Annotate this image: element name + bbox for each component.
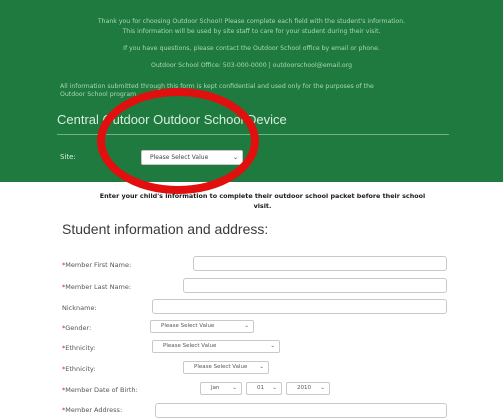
first-name-input[interactable] [193, 256, 447, 271]
nickname-input[interactable] [152, 299, 447, 314]
dob-label: *Member Date of Birth: [62, 386, 138, 394]
nickname-label-text: Nickname: [62, 304, 97, 312]
last-name-label-text: Member Last Name: [65, 283, 132, 291]
chevron-down-icon: ⌄ [270, 343, 275, 349]
banner-intro-line-6: Outdoor School program. [60, 91, 139, 98]
address-input[interactable] [155, 403, 447, 418]
instructions-text: Enter your child's information to comple… [99, 192, 426, 210]
first-name-label: *Member First Name: [62, 261, 131, 269]
last-name-input[interactable] [183, 278, 447, 293]
ethnicity-secondary-select-value: Please Select Value [194, 364, 248, 370]
chevron-down-icon: ⌄ [232, 385, 237, 391]
dob-day-value: 01 [257, 385, 264, 391]
chevron-down-icon: ⌄ [320, 385, 325, 391]
gender-select-value: Please Select Value [161, 323, 215, 329]
banner-intro-line-1: Thank you for choosing Outdoor School! P… [97, 18, 406, 25]
dob-month-select[interactable]: Jan ⌄ [200, 382, 242, 395]
chevron-down-icon: ⌄ [259, 364, 264, 370]
dob-year-select[interactable]: 2010 ⌄ [286, 382, 330, 395]
ethnicity-select[interactable]: Please Select Value ⌄ [152, 340, 280, 353]
banner-intro-line-2: This information will be used by site st… [122, 28, 381, 35]
chevron-down-icon: ⌄ [244, 323, 249, 329]
first-name-label-text: Member First Name: [65, 261, 132, 269]
gender-label-text: Gender: [65, 324, 92, 332]
ethnicity-secondary-select[interactable]: Please Select Value ⌄ [183, 361, 269, 374]
gender-label: *Gender: [62, 324, 91, 332]
annotation-highlight-ring [97, 88, 259, 194]
nickname-label: Nickname: [62, 304, 97, 312]
banner-intro-line-3: If you have questions, please contact th… [123, 45, 380, 52]
section-title: Student information and address: [62, 221, 269, 237]
ethnicity-select-value: Please Select Value [163, 343, 217, 349]
dob-label-text: Member Date of Birth: [65, 386, 138, 394]
gender-select[interactable]: Please Select Value ⌄ [150, 320, 254, 333]
ethnicity-label: *Ethnicity: [62, 344, 95, 352]
chevron-down-icon: ⌄ [272, 385, 277, 391]
site-label: Site: [60, 153, 76, 161]
ethnicity-label-text: Ethnicity: [65, 344, 96, 352]
banner-contact-line: Outdoor School Office: 503-000-0000 | ou… [150, 62, 353, 69]
dob-month-value: Jan [211, 385, 220, 391]
ethnicity-secondary-label: *Ethnicity: [62, 365, 95, 373]
dob-year-value: 2010 [297, 385, 311, 391]
dob-day-select[interactable]: 01 ⌄ [246, 382, 282, 395]
banner-intro-line-5: All information submitted through this f… [60, 83, 374, 90]
ethnicity-secondary-label-text: Ethnicity: [65, 365, 96, 373]
last-name-label: *Member Last Name: [62, 283, 131, 291]
